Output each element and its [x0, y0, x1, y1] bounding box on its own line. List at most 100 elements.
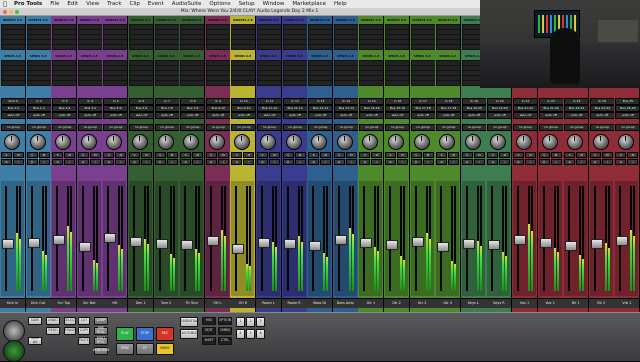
input-selector[interactable]: In 15 [359, 98, 384, 105]
input-selector[interactable]: In 17 [410, 98, 435, 105]
input-selector[interactable]: In 7 [154, 98, 179, 105]
group-selector[interactable]: no group [129, 124, 153, 131]
menu-item-pro-tools[interactable]: Pro Tools [10, 1, 46, 7]
record-arm-button[interactable]: R [513, 159, 524, 165]
volume-fader[interactable] [437, 242, 450, 253]
solo-button[interactable]: S [231, 152, 243, 158]
menu-item-file[interactable]: File [46, 1, 63, 7]
pan-knob[interactable] [413, 134, 430, 150]
output-selector[interactable]: Bus 19-20 [487, 105, 512, 112]
group-selector[interactable]: no group [1, 124, 25, 131]
menu-item-window[interactable]: Window [259, 1, 289, 7]
input-selector[interactable]: In 18 [436, 98, 461, 105]
mute-button[interactable]: M [243, 152, 255, 158]
transport-key-rec[interactable]: REC [156, 327, 174, 341]
automation-mode[interactable]: auto off [103, 112, 128, 119]
input-selector[interactable]: In 19 [461, 98, 486, 105]
shuttle-ring-icon[interactable] [3, 340, 25, 362]
automation-mode[interactable]: auto off [1, 112, 25, 119]
input-selector[interactable]: In 22 [538, 98, 563, 105]
automation-mode[interactable]: auto off [180, 112, 205, 119]
insert-slot[interactable] [359, 44, 384, 50]
automation-mode[interactable]: auto off [129, 112, 153, 119]
solo-button[interactable]: S [180, 152, 192, 158]
volume-fader[interactable] [462, 239, 475, 250]
automation-mode[interactable]: auto off [52, 112, 77, 119]
pan-knob[interactable] [285, 134, 302, 150]
transport-key-1[interactable]: 1 [236, 317, 245, 327]
solo-button[interactable]: S [513, 152, 524, 158]
volume-fader[interactable] [283, 239, 296, 250]
track-name[interactable]: Room R [281, 298, 307, 308]
input-monitor-button[interactable]: I [499, 159, 511, 165]
transport-key-option[interactable]: OPTION [218, 317, 232, 325]
send-slot[interactable] [333, 80, 358, 86]
solo-button[interactable]: S [410, 152, 422, 158]
group-selector[interactable]: no group [52, 124, 77, 131]
automation-mode[interactable]: auto off [257, 112, 281, 119]
volume-fader[interactable] [360, 238, 373, 249]
mute-button[interactable]: M [473, 152, 485, 158]
solo-button[interactable]: S [1, 152, 12, 158]
insert-slot[interactable] [26, 44, 51, 50]
input-monitor-button[interactable]: I [473, 159, 485, 165]
mute-button[interactable]: M [627, 152, 639, 158]
automation-mode[interactable]: auto off [436, 112, 461, 119]
send-slot[interactable] [308, 80, 333, 86]
input-selector[interactable]: In 23 [564, 98, 589, 105]
input-monitor-button[interactable]: I [38, 159, 50, 165]
solo-button[interactable]: S [436, 152, 448, 158]
group-selector[interactable]: no group [589, 124, 614, 131]
transport-key-6[interactable]: 6 [256, 329, 265, 339]
automation-mode[interactable]: auto off [589, 112, 614, 119]
solo-button[interactable]: S [589, 152, 601, 158]
volume-fader[interactable] [130, 237, 142, 248]
record-arm-button[interactable]: R [385, 159, 396, 165]
input-monitor-button[interactable]: I [64, 159, 76, 165]
send-slot[interactable] [180, 80, 205, 86]
mute-button[interactable]: M [89, 152, 101, 158]
transport-key-2[interactable]: 2 [246, 317, 255, 327]
automation-mode[interactable]: auto off [205, 112, 230, 119]
menu-item-help[interactable]: Help [330, 1, 351, 7]
output-selector[interactable]: Bus 11-12 [282, 105, 307, 112]
transport-key-post-roll[interactable]: POST ROLL [94, 337, 108, 345]
transport-key-essential[interactable]: ESSENTIAL [180, 317, 198, 327]
input-selector[interactable]: In 11 [257, 98, 281, 105]
volume-fader[interactable] [386, 240, 398, 251]
automation-mode[interactable]: auto off [282, 112, 307, 119]
pan-knob[interactable] [157, 134, 174, 150]
volume-fader[interactable] [104, 232, 117, 243]
record-arm-button[interactable]: R [180, 159, 192, 165]
group-selector[interactable]: no group [513, 124, 537, 131]
record-arm-button[interactable]: R [359, 159, 371, 165]
pan-knob[interactable] [234, 134, 251, 150]
input-selector[interactable]: In 13 [308, 98, 333, 105]
track-name[interactable]: Bass Amp [332, 298, 358, 308]
menu-item-setup[interactable]: Setup [235, 1, 259, 7]
transport-key-erase[interactable]: ERASE [64, 327, 76, 335]
group-selector[interactable]: no group [282, 124, 307, 131]
group-selector[interactable]: no group [180, 124, 205, 131]
transport-key-audition[interactable]: AUDITION [93, 347, 109, 355]
insert-slot[interactable] [436, 44, 461, 50]
track-name[interactable]: Snr Top [51, 298, 77, 308]
send-slot[interactable] [231, 80, 256, 86]
track-name[interactable]: Kick In [0, 298, 25, 308]
transport-key-redo[interactable]: REDO [46, 327, 60, 335]
input-selector[interactable]: In 12 [282, 98, 307, 105]
input-selector[interactable]: Kick In [1, 98, 25, 105]
record-arm-button[interactable]: R [538, 159, 550, 165]
solo-button[interactable]: S [615, 152, 627, 158]
record-arm-button[interactable]: R [333, 159, 345, 165]
mute-button[interactable]: M [550, 152, 562, 158]
insert-slot[interactable] [410, 44, 435, 50]
transport-key-cmnd[interactable]: CMND [218, 327, 232, 335]
group-selector[interactable]: no group [205, 124, 230, 131]
input-monitor-button[interactable]: I [601, 159, 613, 165]
solo-button[interactable]: S [129, 152, 140, 158]
volume-fader[interactable] [616, 236, 629, 247]
automation-mode[interactable]: auto off [385, 112, 409, 119]
transport-key-copy[interactable]: COPY [78, 327, 90, 335]
transport-key-mark[interactable]: MARK [156, 343, 174, 355]
